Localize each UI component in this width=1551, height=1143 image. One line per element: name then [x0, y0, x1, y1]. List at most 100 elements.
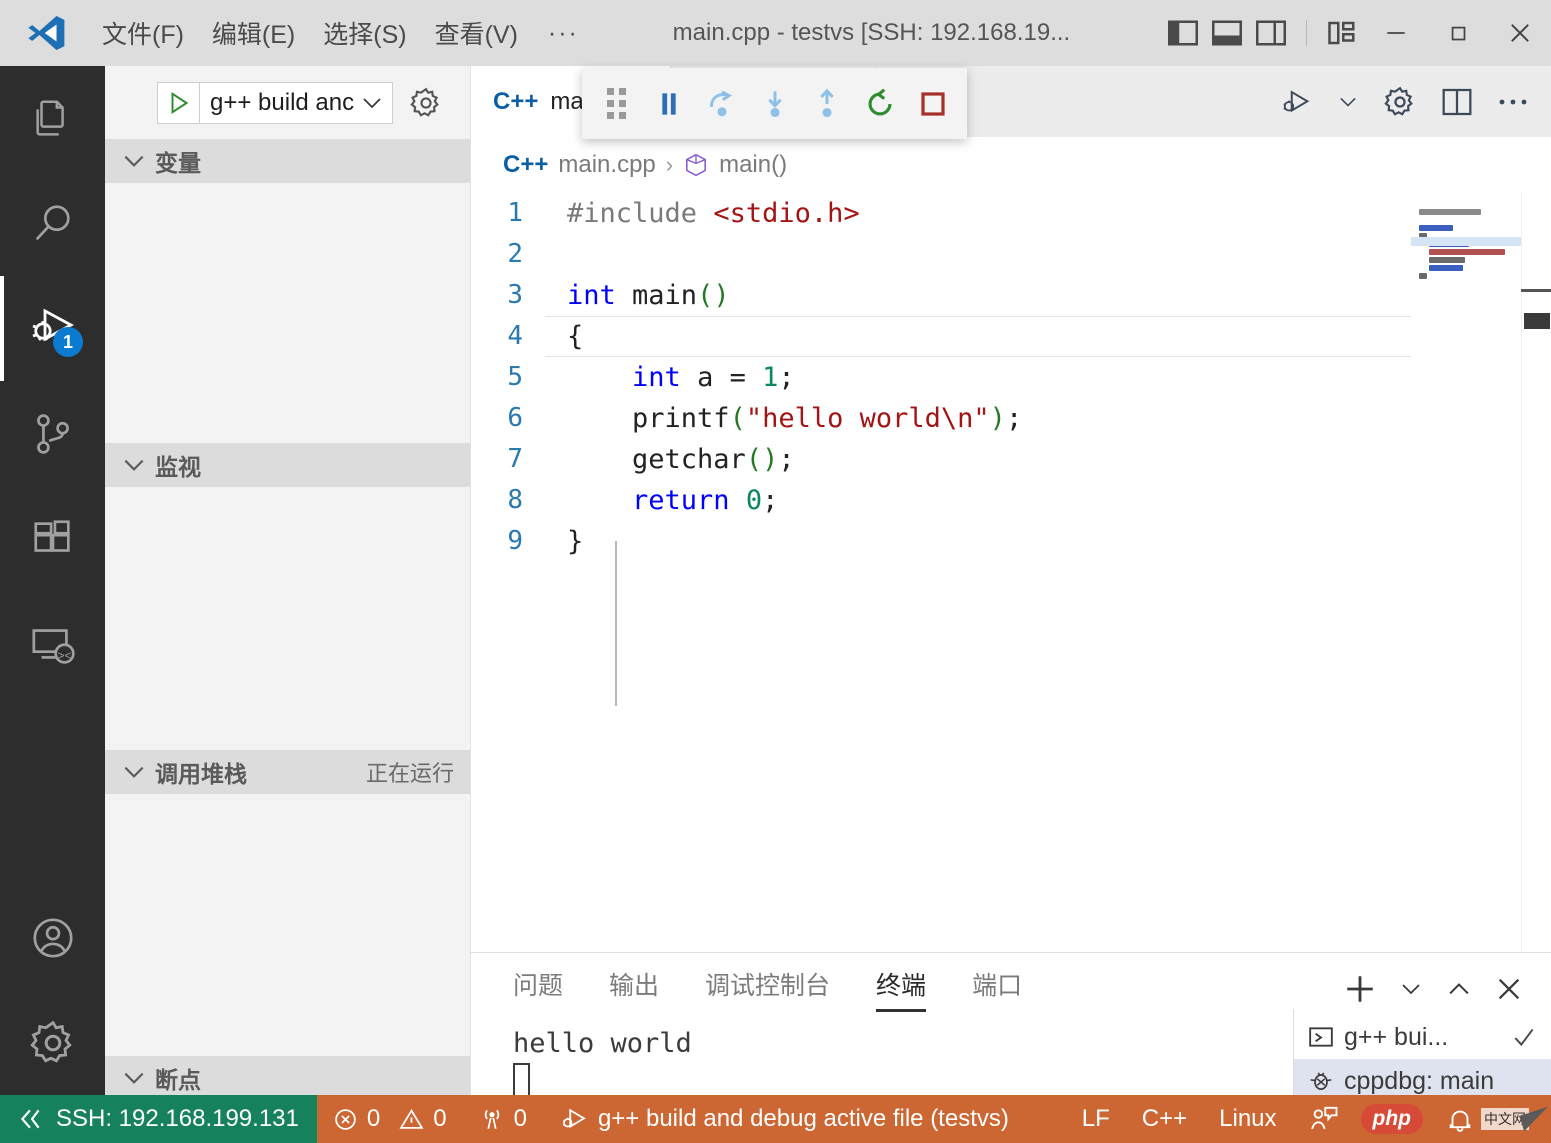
variables-body	[105, 183, 470, 443]
close-button[interactable]	[1489, 0, 1551, 66]
scrollbar-thumb[interactable]	[1524, 313, 1550, 329]
panel-tab-ports[interactable]: 端口	[972, 966, 1022, 1012]
close-icon[interactable]	[1495, 975, 1523, 1003]
status-platform[interactable]: Linux	[1203, 1105, 1292, 1133]
activity-item-explorer[interactable]	[0, 66, 105, 171]
line-number: 3	[507, 280, 523, 310]
status-notifications[interactable]	[1429, 1104, 1481, 1134]
debug-run-icon[interactable]	[1279, 85, 1313, 119]
call-stack-body	[105, 794, 470, 1056]
toggle-primary-sidebar-icon[interactable]	[1168, 20, 1198, 46]
section-title-watch: 监视	[155, 454, 201, 480]
debug-settings-gear-icon[interactable]	[409, 86, 443, 120]
debug-step-out-button[interactable]	[801, 74, 854, 134]
status-remote-host[interactable]: SSH: 192.168.199.131	[0, 1095, 317, 1143]
debug-step-over-button[interactable]	[695, 74, 748, 134]
line-number: 2	[507, 239, 523, 269]
breadcrumb-item-file[interactable]: main.cpp	[558, 151, 655, 179]
activity-item-accounts[interactable]	[0, 885, 105, 990]
debug-pause-button[interactable]	[643, 74, 696, 134]
status-problems[interactable]: 0 0	[317, 1105, 463, 1133]
menu-file[interactable]: 文件(F)	[88, 11, 198, 55]
editor-scrollbar[interactable]	[1521, 193, 1551, 953]
radio-tower-icon	[479, 1106, 505, 1132]
status-language-mode[interactable]: C++	[1126, 1105, 1203, 1133]
line-number: 5	[507, 362, 523, 392]
menu-edit[interactable]: 编辑(E)	[198, 11, 309, 55]
menu-selection[interactable]: 选择(S)	[309, 11, 420, 55]
status-debug-session[interactable]: g++ build and debug active file (testvs)	[543, 1104, 1025, 1134]
ellipsis-icon[interactable]	[1497, 96, 1529, 108]
status-eol[interactable]: LF	[1066, 1105, 1126, 1133]
launch-config-label: g++ build anc	[210, 88, 355, 116]
step-over-icon	[705, 87, 739, 121]
scrollbar-decoration	[1521, 289, 1551, 292]
files-icon	[30, 96, 76, 142]
chevron-up-icon[interactable]	[1445, 979, 1473, 999]
sidebar-section-watch[interactable]: 监视	[105, 443, 470, 487]
sidebar-section-variables[interactable]: 变量	[105, 139, 470, 183]
debug-step-into-button[interactable]	[748, 74, 801, 134]
cpp-file-icon: C++	[503, 151, 549, 178]
chevron-down-icon	[121, 762, 147, 782]
sidebar-section-call-stack[interactable]: 调用堆栈 正在运行	[105, 750, 470, 794]
chevron-down-icon[interactable]	[1337, 94, 1359, 110]
toggle-secondary-sidebar-icon[interactable]	[1256, 20, 1286, 46]
launch-config-select[interactable]: g++ build anc	[157, 81, 394, 124]
panel-tab-debug-console[interactable]: 调试控制台	[705, 966, 830, 1012]
panel-tab-terminal[interactable]: 终端	[876, 966, 927, 1012]
sidebar-section-breakpoints[interactable]: 断点	[105, 1056, 470, 1100]
status-debug-label: g++ build and debug active file (testvs)	[597, 1105, 1009, 1132]
step-into-icon	[758, 87, 792, 121]
terminal-list-item-build[interactable]: g++ bui...	[1294, 1015, 1551, 1059]
customize-layout-icon[interactable]	[1327, 20, 1357, 46]
maximize-button[interactable]	[1427, 0, 1489, 66]
chevron-down-icon[interactable]	[1399, 980, 1423, 998]
search-icon	[30, 201, 76, 247]
status-ports[interactable]: 0	[463, 1105, 543, 1133]
line-number: 1	[507, 198, 523, 228]
editor-action-bar	[1257, 66, 1551, 137]
minimize-button[interactable]	[1365, 0, 1427, 66]
gear-icon	[29, 1019, 77, 1067]
restart-icon	[863, 87, 897, 121]
chevron-down-icon[interactable]	[360, 94, 392, 112]
debug-icon	[559, 1104, 589, 1134]
breadcrumb-separator: ›	[665, 152, 674, 177]
toggle-panel-icon[interactable]	[1212, 20, 1242, 46]
status-bar-main: 0 0 0 g++ build and debug active file (t…	[316, 1095, 1551, 1143]
code-editor[interactable]: 1 #include <stdio.h> 2 3 int main() 4{5 int a…	[471, 193, 1551, 953]
terminal-output-line: hello world	[513, 1028, 692, 1059]
debug-stop-button[interactable]	[906, 74, 959, 134]
split-editor-icon[interactable]	[1441, 87, 1473, 117]
editor-minimap[interactable]	[1411, 193, 1521, 953]
stop-icon	[917, 88, 949, 120]
activity-item-source-control[interactable]	[0, 381, 105, 486]
minimap-line	[1419, 209, 1481, 215]
panel-tab-problems[interactable]: 问题	[513, 966, 563, 1012]
watch-body	[105, 487, 470, 750]
terminal-list-label-cppdbg: cppdbg: main	[1344, 1066, 1495, 1095]
debug-launch-row: g++ build anc	[105, 66, 470, 139]
start-debugging-button[interactable]	[158, 82, 200, 123]
code-line: 6 printf("hello world\n");	[471, 398, 1551, 439]
title-bar: 文件(F) 编辑(E) 选择(S) 查看(V) ··· main.cpp - t…	[0, 0, 1551, 66]
menu-overflow-button[interactable]: ···	[532, 19, 595, 48]
plus-icon[interactable]	[1343, 972, 1377, 1006]
code-line-text: return 0;	[632, 485, 779, 516]
activity-item-search[interactable]	[0, 171, 105, 276]
gear-icon[interactable]	[1383, 85, 1417, 119]
minimap-line	[1429, 249, 1505, 255]
breadcrumb-item-symbol[interactable]: main()	[719, 151, 787, 179]
activity-item-remote-explorer[interactable]: ><	[0, 591, 105, 696]
activity-item-extensions[interactable]	[0, 486, 105, 591]
vscode-logo-icon	[18, 12, 74, 54]
activity-item-run-and-debug[interactable]: 1	[0, 276, 105, 381]
status-feedback[interactable]	[1293, 1104, 1355, 1134]
panel-tab-output[interactable]: 输出	[609, 966, 659, 1012]
activity-item-manage-settings[interactable]	[0, 990, 105, 1095]
debug-restart-button[interactable]	[854, 74, 907, 134]
terminal-output-area[interactable]: hello world	[471, 1025, 1276, 1097]
debug-drag-handle[interactable]	[590, 74, 643, 134]
menu-view[interactable]: 查看(V)	[421, 11, 532, 55]
